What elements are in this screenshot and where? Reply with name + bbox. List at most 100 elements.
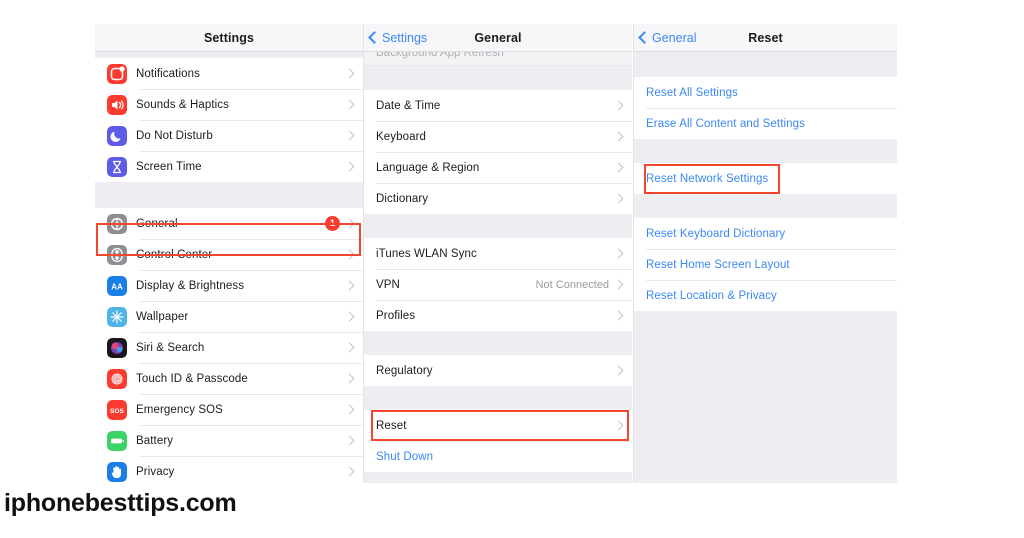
general-navbar: Settings General	[364, 24, 632, 52]
list-item-date-time[interactable]: Date & Time	[364, 90, 632, 121]
privacy-hand-icon	[107, 461, 127, 482]
display-brightness-icon: AA	[107, 275, 127, 296]
row-accessory	[613, 131, 624, 142]
list-item-reset[interactable]: Reset	[364, 410, 632, 441]
reset-navbar: General Reset	[634, 24, 897, 52]
list-item-regulatory[interactable]: Regulatory	[364, 355, 632, 386]
chevron-right-icon	[344, 161, 355, 172]
emergency-sos-icon: SOS	[107, 399, 127, 420]
page-title: Settings	[203, 30, 255, 45]
general-group-2: iTunes WLAN Sync VPN Not Connected Profi…	[364, 238, 632, 331]
general-list[interactable]: Background App Refresh Date & Time Keybo…	[364, 52, 632, 483]
sidebar-item-emergency-sos[interactable]: SOS Emergency SOS	[95, 394, 363, 425]
reset-group-2: Reset Network Settings	[634, 163, 897, 194]
reset-group-1: Reset All Settings Erase All Content and…	[634, 77, 897, 139]
list-item-profiles[interactable]: Profiles	[364, 300, 632, 331]
list-item-label: Dictionary	[376, 192, 429, 205]
list-item-language-region[interactable]: Language & Region	[364, 152, 632, 183]
row-accessory	[344, 130, 355, 141]
sidebar-item-notifications[interactable]: Notifications	[95, 58, 363, 89]
row-accessory	[344, 466, 355, 477]
chevron-right-icon	[344, 404, 355, 415]
row-accessory: Not Connected	[536, 279, 624, 291]
list-item-label: Reset	[376, 419, 407, 432]
chevron-right-icon	[344, 130, 355, 141]
sidebar-item-label: Screen Time	[136, 160, 202, 173]
row-accessory	[613, 365, 624, 376]
sidebar-item-general[interactable]: General 1	[95, 208, 363, 239]
list-item-vpn[interactable]: VPN Not Connected	[364, 269, 632, 300]
screen-time-icon	[107, 156, 127, 177]
settings-group-1: Notifications Sounds & Haptics Do Not Di…	[95, 58, 363, 182]
group-spacer	[634, 52, 897, 77]
list-item-reset-home-screen-layout[interactable]: Reset Home Screen Layout	[634, 249, 897, 280]
sidebar-item-sounds-haptics[interactable]: Sounds & Haptics	[95, 89, 363, 120]
chevron-right-icon	[613, 420, 624, 431]
settings-navbar: Settings	[95, 24, 363, 52]
back-button-label: Settings	[382, 30, 428, 45]
row-accessory	[344, 161, 355, 172]
list-item-label: Reset Home Screen Layout	[646, 258, 790, 271]
sidebar-item-label: Siri & Search	[136, 341, 205, 354]
sounds-haptics-icon	[107, 94, 127, 115]
list-item-label: Language & Region	[376, 161, 480, 174]
row-accessory	[344, 280, 355, 291]
chevron-right-icon	[344, 466, 355, 477]
group-spacer	[634, 194, 897, 218]
sidebar-item-display-brightness[interactable]: AA Display & Brightness	[95, 270, 363, 301]
chevron-right-icon	[344, 68, 355, 79]
sidebar-item-siri-search[interactable]: Siri & Search	[95, 332, 363, 363]
row-accessory	[613, 420, 624, 431]
list-item-erase-all-content[interactable]: Erase All Content and Settings	[634, 108, 897, 139]
back-button-label: General	[652, 30, 697, 45]
sidebar-item-label: General	[136, 217, 178, 230]
reset-list[interactable]: Reset All Settings Erase All Content and…	[634, 52, 897, 483]
siri-search-icon	[107, 337, 127, 358]
settings-list[interactable]: Notifications Sounds & Haptics Do Not Di…	[95, 52, 363, 483]
sidebar-item-control-center[interactable]: Control Center	[95, 239, 363, 270]
chevron-right-icon	[613, 310, 624, 321]
back-button-settings[interactable]: Settings	[368, 24, 428, 51]
sidebar-item-battery[interactable]: Battery	[95, 425, 363, 456]
list-item-reset-location-privacy[interactable]: Reset Location & Privacy	[634, 280, 897, 311]
settings-group-2: General 1 Control Center AA Display & Br…	[95, 208, 363, 483]
sidebar-item-touch-id-passcode[interactable]: Touch ID & Passcode	[95, 363, 363, 394]
row-accessory	[613, 193, 624, 204]
row-accessory	[613, 100, 624, 111]
sidebar-item-screen-time[interactable]: Screen Time	[95, 151, 363, 182]
do-not-disturb-icon	[107, 125, 127, 146]
sidebar-item-label: Battery	[136, 434, 174, 447]
list-item-shut-down[interactable]: Shut Down	[364, 441, 632, 472]
wallpaper-icon	[107, 306, 127, 327]
sidebar-item-do-not-disturb[interactable]: Do Not Disturb	[95, 120, 363, 151]
back-button-general[interactable]: General	[638, 24, 697, 51]
group-spacer	[364, 386, 632, 410]
list-item-reset-all-settings[interactable]: Reset All Settings	[634, 77, 897, 108]
group-spacer	[634, 139, 897, 163]
sidebar-item-label: Emergency SOS	[136, 403, 223, 416]
list-item-keyboard[interactable]: Keyboard	[364, 121, 632, 152]
notifications-icon	[107, 63, 127, 84]
reset-panel: General Reset Reset All Settings Erase A…	[633, 24, 897, 483]
row-accessory	[344, 435, 355, 446]
chevron-right-icon	[613, 279, 624, 290]
sidebar-item-label: Sounds & Haptics	[136, 98, 230, 111]
sidebar-item-privacy[interactable]: Privacy	[95, 456, 363, 483]
general-group-4: Reset Shut Down	[364, 410, 632, 472]
list-item-label: Reset Keyboard Dictionary	[646, 227, 786, 240]
row-accessory	[344, 99, 355, 110]
list-item-itunes-wlan-sync[interactable]: iTunes WLAN Sync	[364, 238, 632, 269]
list-item-reset-keyboard-dictionary[interactable]: Reset Keyboard Dictionary	[634, 218, 897, 249]
list-item-label: Regulatory	[376, 364, 433, 377]
reset-group-3: Reset Keyboard Dictionary Reset Home Scr…	[634, 218, 897, 311]
sidebar-item-label: Wallpaper	[136, 310, 189, 323]
list-item-reset-network-settings[interactable]: Reset Network Settings	[634, 163, 897, 194]
list-item-dictionary[interactable]: Dictionary	[364, 183, 632, 214]
row-accessory	[613, 248, 624, 259]
sidebar-item-wallpaper[interactable]: Wallpaper	[95, 301, 363, 332]
chevron-right-icon	[344, 435, 355, 446]
battery-icon	[107, 430, 127, 451]
chevron-right-icon	[344, 99, 355, 110]
group-spacer	[364, 214, 632, 238]
list-item-label: Reset All Settings	[646, 86, 738, 99]
